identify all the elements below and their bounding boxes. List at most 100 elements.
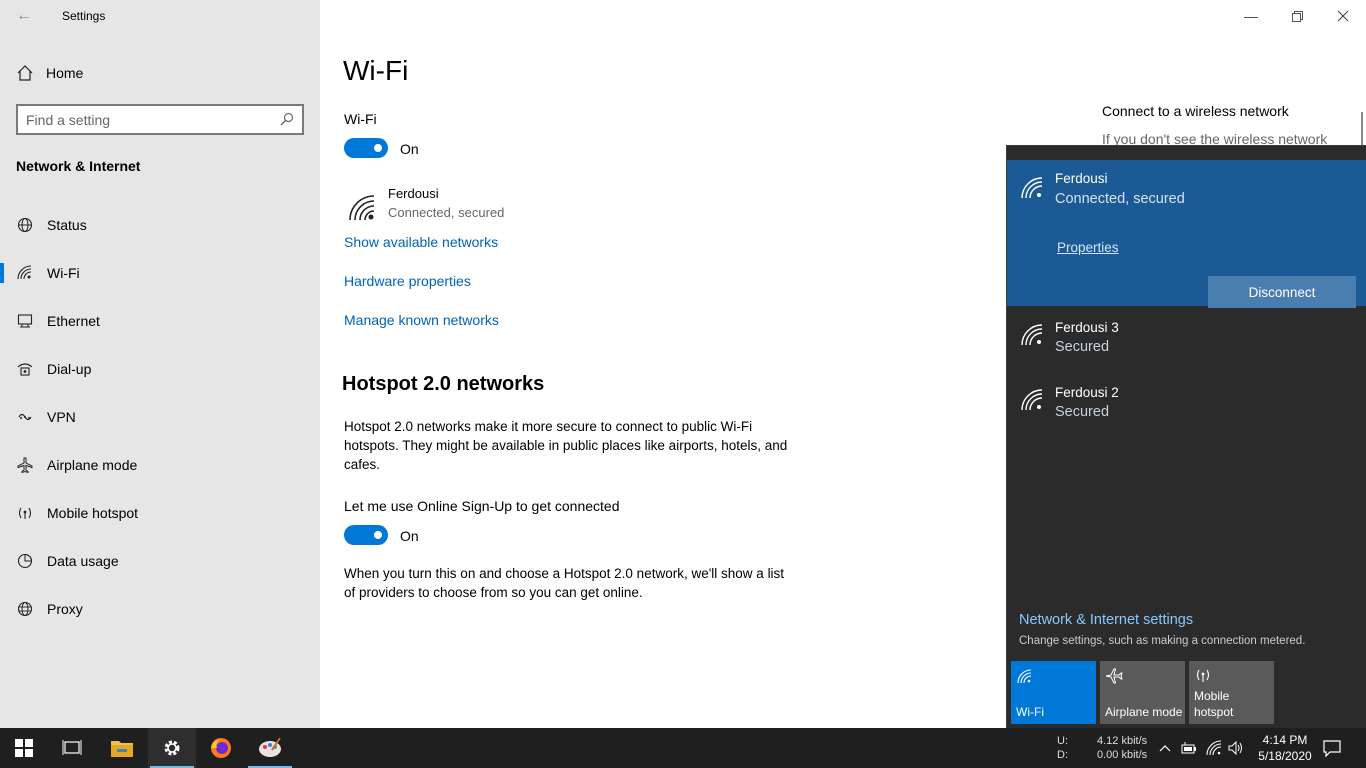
clock[interactable]: 4:14 PM 5/18/2020	[1253, 732, 1317, 764]
disconnect-button[interactable]: Disconnect	[1208, 276, 1356, 308]
flyout-network-name: Ferdousi	[1055, 171, 1108, 186]
network-flyout: Ferdousi Connected, secured Properties D…	[1006, 145, 1366, 728]
firefox-button[interactable]	[197, 728, 245, 768]
quick-action-mobile-hotspot[interactable]: Mobile hotspot	[1189, 661, 1274, 724]
sidebar-item-vpn[interactable]: VPN	[0, 397, 320, 437]
minimize-icon[interactable]: —	[1228, 0, 1274, 32]
app-title: Settings	[62, 9, 106, 23]
start-button[interactable]	[0, 728, 48, 768]
network-name: Ferdousi	[388, 186, 439, 201]
firefox-icon	[211, 738, 231, 758]
airplane-icon	[16, 456, 34, 474]
net-speed-up-label: U:	[1057, 735, 1068, 747]
flyout-connected-network[interactable]: Ferdousi Connected, secured Properties D…	[1007, 160, 1366, 308]
online-signup-toggle[interactable]	[344, 525, 388, 545]
flyout-network-status: Secured	[1055, 404, 1110, 420]
sidebar-item-wifi[interactable]: Wi-Fi	[0, 253, 320, 293]
wifi-toggle-state: On	[400, 141, 419, 157]
wifi-signal-icon	[1021, 389, 1043, 411]
chevron-up-icon[interactable]	[1156, 739, 1174, 757]
network-settings-subtext: Change settings, such as making a connec…	[1019, 635, 1306, 647]
flyout-network-status: Connected, secured	[1055, 191, 1185, 207]
back-arrow-icon[interactable]: ←	[12, 6, 36, 26]
sidebar-home-label: Home	[46, 65, 84, 81]
paint-palette-icon	[259, 737, 281, 757]
search-input[interactable]	[26, 111, 276, 129]
current-network[interactable]: Ferdousi Connected, secured	[344, 186, 644, 226]
search-icon[interactable]	[280, 112, 294, 126]
windows-logo-icon	[15, 739, 33, 757]
flyout-network-status: Secured	[1055, 339, 1110, 355]
hotspot-icon	[1196, 669, 1210, 682]
properties-link[interactable]: Properties	[1057, 240, 1119, 255]
folder-icon	[111, 741, 133, 757]
sidebar-item-label: Ethernet	[47, 313, 100, 329]
download-speed: 0.00 kbit/s	[1097, 749, 1148, 761]
sidebar-item-label: Airplane mode	[47, 457, 138, 473]
settings-taskbar-button[interactable]	[148, 728, 196, 768]
net-speed-labels: U: D:	[1057, 734, 1068, 762]
quick-action-airplane-mode[interactable]: Airplane mode	[1100, 661, 1185, 724]
hotspot-description: Hotspot 2.0 networks make it more secure…	[344, 419, 788, 472]
flyout-network-item[interactable]: Ferdousi 3 Secured	[1007, 311, 1366, 371]
wifi-label: Wi-Fi	[344, 111, 377, 127]
sidebar-item-label: Wi-Fi	[47, 265, 80, 281]
network-settings-link[interactable]: Network & Internet settings	[1019, 612, 1193, 628]
window-controls: —	[1228, 0, 1366, 32]
globe-status-icon	[16, 216, 34, 234]
taskbar: U: D: 4.12 kbit/s 0.00 kbit/s 4:14 PM 5/…	[0, 728, 1366, 768]
quick-action-wifi[interactable]: Wi-Fi	[1011, 661, 1096, 724]
maximize-icon[interactable]	[1274, 0, 1320, 32]
globe-icon	[16, 600, 34, 618]
sidebar-item-label: Dial-up	[47, 361, 92, 377]
wifi-tray-icon[interactable]	[1205, 739, 1223, 757]
file-explorer-button[interactable]	[98, 728, 146, 768]
sidebar-item-data-usage[interactable]: Data usage	[0, 541, 320, 581]
wifi-toggle[interactable]	[344, 138, 388, 158]
ethernet-icon	[16, 312, 34, 330]
net-speed-down-label: D:	[1057, 749, 1068, 761]
net-speed-values: 4.12 kbit/s 0.00 kbit/s	[1097, 734, 1147, 762]
vpn-icon	[16, 408, 34, 426]
task-view-button[interactable]	[48, 728, 96, 768]
wifi-icon	[16, 264, 34, 282]
show-available-networks-link[interactable]: Show available networks	[344, 234, 498, 250]
battery-icon[interactable]	[1180, 739, 1198, 757]
quick-action-label: Airplane mode	[1105, 705, 1183, 719]
manage-known-networks-link[interactable]: Manage known networks	[344, 312, 499, 328]
upload-speed: 4.12 kbit/s	[1097, 735, 1148, 747]
clock-time: 4:14 PM	[1262, 733, 1308, 747]
page-title: Wi-Fi	[343, 55, 409, 86]
wifi-icon	[1017, 669, 1032, 684]
sidebar-item-proxy[interactable]: Proxy	[0, 589, 320, 629]
section-title: Network & Internet	[16, 158, 141, 174]
sidebar-item-ethernet[interactable]: Ethernet	[0, 301, 320, 341]
sidebar-item-airplane-mode[interactable]: Airplane mode	[0, 445, 320, 485]
action-center-icon[interactable]	[1322, 738, 1342, 758]
wifi-signal-icon	[349, 195, 375, 221]
related-heading: Connect to a wireless network	[1102, 103, 1289, 119]
volume-icon[interactable]	[1227, 739, 1245, 757]
flyout-network-item[interactable]: Ferdousi 2 Secured	[1007, 376, 1366, 436]
hardware-properties-link[interactable]: Hardware properties	[344, 273, 471, 289]
online-signup-label: Let me use Online Sign-Up to get connect…	[344, 498, 620, 514]
sidebar-item-label: Proxy	[47, 601, 83, 617]
hotspot-icon	[16, 504, 34, 522]
scrollbar[interactable]	[1361, 112, 1363, 148]
flyout-top-strip	[1007, 146, 1366, 160]
sidebar-item-dialup[interactable]: Dial-up	[0, 349, 320, 389]
task-view-icon	[62, 740, 82, 755]
paint-button[interactable]	[246, 728, 294, 768]
close-icon[interactable]	[1320, 0, 1366, 32]
sidebar-home[interactable]: Home	[0, 58, 320, 88]
search-box[interactable]	[16, 104, 304, 135]
dialup-icon	[16, 360, 34, 378]
sidebar-item-status[interactable]: Status	[0, 205, 320, 245]
hotspot-section-title: Hotspot 2.0 networks	[342, 373, 545, 395]
gear-icon	[164, 740, 180, 756]
data-usage-icon	[16, 552, 34, 570]
sidebar-item-mobile-hotspot[interactable]: Mobile hotspot	[0, 493, 320, 533]
sidebar-item-label: Status	[47, 217, 87, 233]
quick-action-label: Wi-Fi	[1016, 705, 1044, 719]
home-icon	[17, 65, 33, 81]
